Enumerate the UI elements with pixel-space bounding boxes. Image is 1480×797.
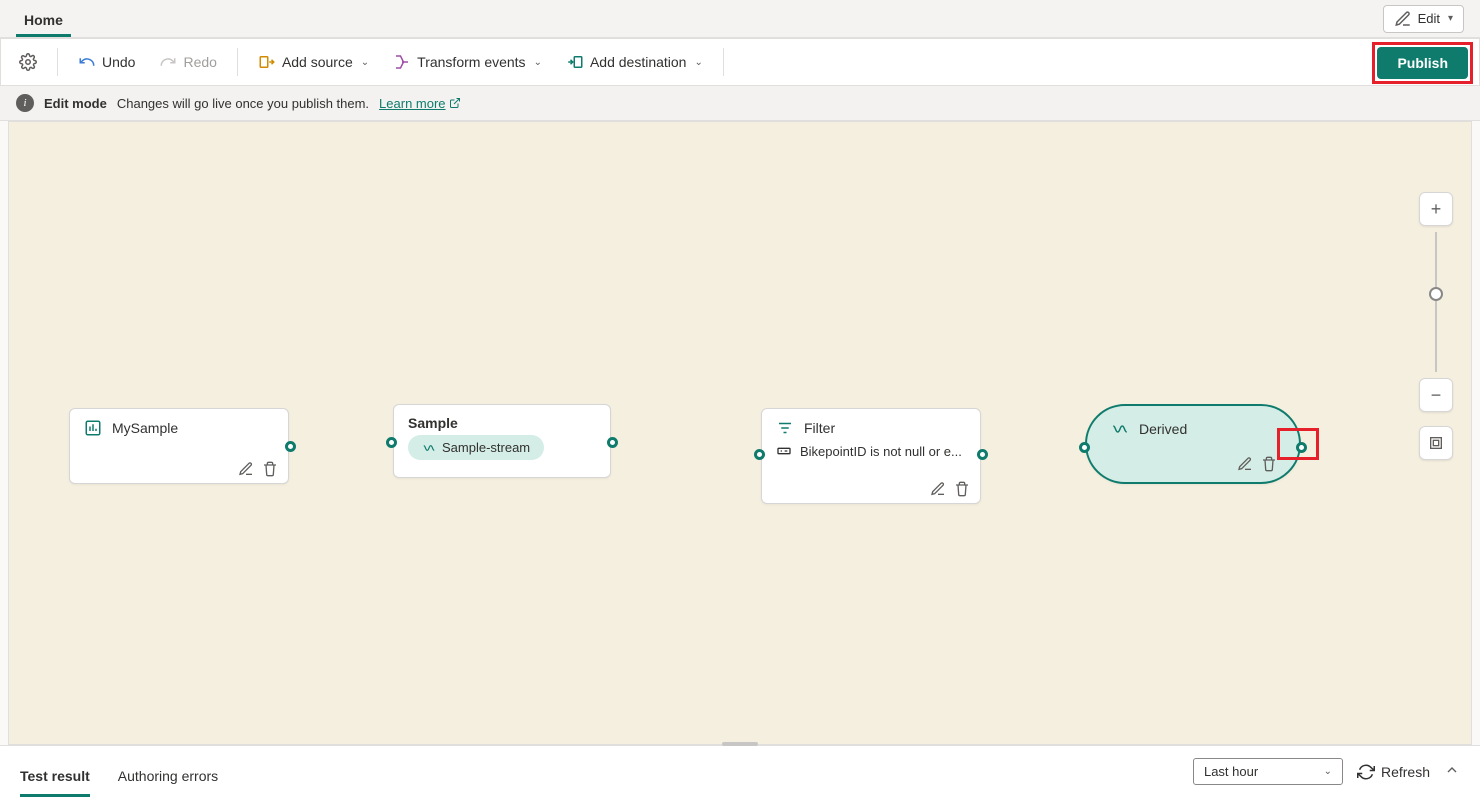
- edit-mode-label: Edit mode: [44, 96, 107, 111]
- zoom-out-button[interactable]: −: [1419, 378, 1453, 412]
- node-filter-title: Filter: [804, 420, 835, 436]
- node-sample[interactable]: Sample Sample-stream: [393, 404, 611, 478]
- filter-icon: [776, 419, 794, 437]
- info-bar: i Edit mode Changes will go live once yo…: [0, 86, 1480, 121]
- chevron-down-icon: ⌄: [694, 57, 702, 68]
- zoom-handle[interactable]: [1429, 287, 1443, 301]
- top-tabs-row: Home Edit ▾: [0, 0, 1480, 38]
- node-sample-title: Sample: [408, 415, 458, 431]
- pencil-icon[interactable]: [1237, 456, 1253, 472]
- stream-icon: [422, 441, 436, 455]
- edit-dropdown[interactable]: Edit ▾: [1383, 5, 1464, 33]
- node-filter[interactable]: Filter BikepointID is not null or e...: [761, 408, 981, 504]
- bottom-panel: Test result Authoring errors Last hour ⌄…: [0, 745, 1480, 797]
- undo-button[interactable]: Undo: [68, 47, 145, 77]
- derived-port-highlight: [1277, 428, 1319, 460]
- redo-label: Redo: [183, 54, 216, 70]
- fit-icon: [1428, 435, 1444, 451]
- add-destination-icon: [566, 53, 584, 71]
- edges: [9, 122, 309, 272]
- publish-highlight: Publish: [1372, 42, 1473, 84]
- refresh-label: Refresh: [1381, 764, 1430, 780]
- undo-label: Undo: [102, 54, 135, 70]
- panel-resize-handle[interactable]: [722, 742, 758, 746]
- stream-pill: Sample-stream: [408, 435, 544, 460]
- zoom-slider[interactable]: [1435, 232, 1437, 372]
- trash-icon[interactable]: [262, 461, 278, 477]
- add-source-label: Add source: [282, 54, 353, 70]
- settings-button[interactable]: [9, 47, 47, 77]
- pencil-icon[interactable]: [930, 481, 946, 497]
- refresh-button[interactable]: Refresh: [1357, 763, 1430, 781]
- add-source-icon: [258, 53, 276, 71]
- redo-button[interactable]: Redo: [149, 47, 226, 77]
- fit-to-screen-button[interactable]: [1419, 426, 1453, 460]
- external-link-icon: [449, 97, 461, 109]
- node-port-in[interactable]: [1079, 442, 1090, 453]
- canvas[interactable]: MySample Sample Sample-stream: [8, 121, 1472, 745]
- pencil-icon: [1394, 10, 1412, 28]
- zoom-in-button[interactable]: +: [1419, 192, 1453, 226]
- refresh-icon: [1357, 763, 1375, 781]
- gear-icon: [19, 53, 37, 71]
- filter-detail: BikepointID is not null or e...: [800, 444, 962, 459]
- edit-mode-desc: Changes will go live once you publish th…: [117, 96, 369, 111]
- condition-icon: [776, 443, 792, 459]
- collapse-panel-button[interactable]: [1444, 762, 1460, 781]
- node-port-out[interactable]: [607, 437, 618, 448]
- stream-icon: [1111, 420, 1129, 438]
- stream-label: Sample-stream: [442, 440, 530, 455]
- edit-label: Edit: [1418, 11, 1440, 26]
- trash-icon[interactable]: [954, 481, 970, 497]
- transform-events-button[interactable]: Transform events ⌄: [383, 47, 552, 77]
- node-mysample[interactable]: MySample: [69, 408, 289, 484]
- pencil-icon[interactable]: [238, 461, 254, 477]
- redo-icon: [159, 53, 177, 71]
- chevron-down-icon: ⌄: [534, 57, 542, 68]
- transform-label: Transform events: [417, 54, 525, 70]
- add-source-button[interactable]: Add source ⌄: [248, 47, 379, 77]
- node-mysample-title: MySample: [112, 420, 178, 436]
- chevron-down-icon: ⌄: [1324, 766, 1332, 777]
- tab-home[interactable]: Home: [16, 4, 71, 37]
- add-destination-label: Add destination: [590, 54, 687, 70]
- chevron-up-icon: [1444, 762, 1460, 778]
- toolbar: Undo Redo Add source ⌄ Transform events …: [0, 38, 1480, 86]
- time-range-select[interactable]: Last hour ⌄: [1193, 758, 1343, 785]
- node-port-out[interactable]: [977, 449, 988, 460]
- node-derived-title: Derived: [1139, 421, 1187, 437]
- transform-icon: [393, 53, 411, 71]
- learn-more-link[interactable]: Learn more: [379, 96, 460, 111]
- tab-authoring-errors[interactable]: Authoring errors: [118, 754, 218, 797]
- chevron-down-icon: ⌄: [361, 57, 369, 68]
- node-port-out[interactable]: [285, 441, 296, 452]
- add-destination-button[interactable]: Add destination ⌄: [556, 47, 713, 77]
- node-derived[interactable]: Derived: [1085, 404, 1301, 484]
- chart-icon: [84, 419, 102, 437]
- learn-more-label: Learn more: [379, 96, 445, 111]
- time-range-value: Last hour: [1204, 764, 1258, 779]
- node-port-in[interactable]: [386, 437, 397, 448]
- info-icon: i: [16, 94, 34, 112]
- publish-button[interactable]: Publish: [1377, 47, 1468, 79]
- undo-icon: [78, 53, 96, 71]
- node-port-in[interactable]: [754, 449, 765, 460]
- trash-icon[interactable]: [1261, 456, 1277, 472]
- zoom-controls: + −: [1419, 192, 1453, 460]
- caret-down-icon: ▾: [1448, 13, 1453, 24]
- tab-test-result[interactable]: Test result: [20, 754, 90, 797]
